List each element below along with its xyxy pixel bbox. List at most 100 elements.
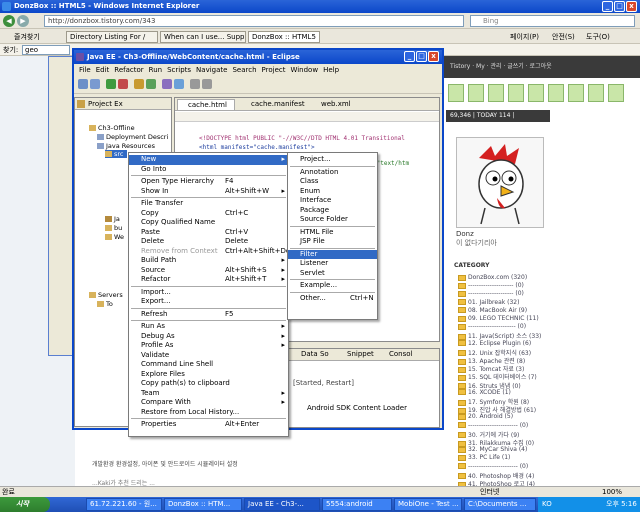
- debug-icon[interactable]: [118, 79, 128, 89]
- tree-item-to[interactable]: To: [97, 300, 113, 308]
- menu-item-validate[interactable]: Validate: [129, 351, 288, 361]
- editor-tab-web-xml[interactable]: web.xml: [311, 99, 367, 110]
- tab-data-source[interactable]: Data So: [291, 349, 329, 360]
- category-item[interactable]: 08. MacBook Air (9): [458, 307, 527, 314]
- tree-item-src[interactable]: src: [105, 150, 127, 158]
- menu-item-project[interactable]: Project...: [288, 155, 377, 165]
- blog-topbar[interactable]: Tistory · My · 관리 · 글쓰기 · 로그아웃: [440, 56, 640, 78]
- menu-project[interactable]: Project: [262, 66, 286, 74]
- zoom-level[interactable]: 100%: [602, 487, 622, 497]
- search-icon[interactable]: [146, 79, 156, 89]
- tree-item-deployment[interactable]: Deployment Descri: [97, 133, 168, 141]
- eclipse-maximize-button[interactable]: □: [416, 51, 427, 62]
- category-item[interactable]: ----------------------- (0): [458, 463, 528, 470]
- save-icon[interactable]: [90, 79, 100, 89]
- menu-item-enum[interactable]: Enum: [288, 187, 377, 197]
- menu-search[interactable]: Search: [232, 66, 256, 74]
- menu-item-package[interactable]: Package: [288, 206, 377, 216]
- category-item[interactable]: 01. Jailbreak (32): [458, 299, 519, 306]
- editor-tab-cache-manifest[interactable]: cache.manifest: [241, 99, 311, 110]
- category-item[interactable]: ----------------------- (0): [458, 422, 528, 429]
- category-item[interactable]: --------------------- (0): [458, 290, 524, 297]
- menu-item-debug-as[interactable]: Debug As ▸: [129, 332, 288, 342]
- menu-run[interactable]: Run: [149, 66, 162, 74]
- menu-item-filter[interactable]: Filter: [288, 249, 377, 259]
- nav-forward-icon[interactable]: [202, 79, 212, 89]
- menu-item-source-folder[interactable]: Source Folder: [288, 215, 377, 225]
- menu-item-restore-from-local-history[interactable]: Restore from Local History...: [129, 408, 288, 418]
- category-item[interactable]: 09. LEGO TECHNIC (11): [458, 315, 539, 322]
- menu-item-copy-qualified-name[interactable]: Copy Qualified Name: [129, 218, 288, 228]
- menu-item-annotation[interactable]: Annotation: [288, 168, 377, 178]
- menu-item-run-as[interactable]: Run As ▸: [129, 322, 288, 332]
- find-input[interactable]: geo: [22, 45, 70, 55]
- safety-menu[interactable]: 안전(S): [552, 32, 575, 42]
- menu-item-command-line-shell[interactable]: Command Line Shell: [129, 360, 288, 370]
- close-button[interactable]: x: [626, 1, 637, 12]
- menu-file[interactable]: File: [79, 66, 91, 74]
- tree-item-servers[interactable]: Servers: [89, 291, 123, 299]
- search-input[interactable]: Bing: [470, 15, 635, 27]
- menu-item-show-in[interactable]: Show In Alt+Shift+W ▸: [129, 187, 288, 197]
- task-item[interactable]: 5554:android: [322, 498, 392, 511]
- favorites-label[interactable]: 즐겨찾기: [14, 32, 40, 42]
- menu-item-open-type-hierarchy[interactable]: Open Type Hierarchy F4: [129, 177, 288, 187]
- tab-snippets[interactable]: Snippet: [337, 349, 374, 360]
- menu-item-paste[interactable]: Paste Ctrl+V: [129, 228, 288, 238]
- menu-item-remove-from-context[interactable]: Remove from Context Ctrl+Alt+Shift+Down: [129, 247, 300, 257]
- category-item[interactable]: 12. Eclipse Plugin (6): [458, 340, 531, 347]
- menu-item-jsp-file[interactable]: JSP File: [288, 237, 377, 247]
- menu-item-listener[interactable]: Listener: [288, 259, 377, 269]
- project-explorer-title[interactable]: Project Ex: [88, 100, 123, 108]
- address-input[interactable]: http://donzbox.tistory.com/343: [44, 15, 464, 27]
- open-type-icon[interactable]: [134, 79, 144, 89]
- nav-back-icon[interactable]: [190, 79, 200, 89]
- menu-item-copy-path-s-to-clipboard[interactable]: Copy path(s) to clipboard: [129, 379, 288, 389]
- tab-console[interactable]: Consol: [379, 349, 412, 360]
- tools-menu[interactable]: 도구(O): [586, 32, 610, 42]
- menu-item-properties[interactable]: Properties Alt+Enter: [129, 420, 288, 430]
- run-icon[interactable]: [106, 79, 116, 89]
- category-item[interactable]: 33. PC Life (1): [458, 454, 510, 461]
- tree-item-project[interactable]: Ch3-Offline: [89, 124, 135, 132]
- tree-item-we[interactable]: We: [105, 233, 124, 241]
- category-item[interactable]: 16. XCODE (1): [458, 389, 511, 396]
- category-item[interactable]: ---------------------- (0): [458, 323, 526, 330]
- menu-item-example[interactable]: Example...: [288, 281, 377, 291]
- task-item[interactable]: 61.72.221.60 - 원...: [86, 498, 162, 511]
- menu-item-interface[interactable]: Interface: [288, 196, 377, 206]
- menu-edit[interactable]: Edit: [96, 66, 110, 74]
- menu-item-go-into[interactable]: Go Into: [129, 165, 288, 175]
- menu-item-compare-with[interactable]: Compare With ▸: [129, 398, 288, 408]
- category-item[interactable]: DonzBox.com (320): [458, 274, 527, 281]
- minimize-button[interactable]: _: [602, 1, 613, 12]
- start-button[interactable]: 시작: [0, 497, 50, 512]
- tab-donzbox[interactable]: DonzBox :: HTML5: [248, 31, 320, 43]
- menu-item-profile-as[interactable]: Profile As ▸: [129, 341, 288, 351]
- menu-item-build-path[interactable]: Build Path ▸: [129, 256, 288, 266]
- menu-scripts[interactable]: Scripts: [167, 66, 191, 74]
- menu-item-servlet[interactable]: Servlet: [288, 269, 377, 279]
- page-menu[interactable]: 페이지(P): [510, 32, 539, 42]
- html-icon[interactable]: [174, 79, 184, 89]
- eclipse-close-button[interactable]: x: [428, 51, 439, 62]
- new-icon[interactable]: [78, 79, 88, 89]
- menu-window[interactable]: Window: [290, 66, 318, 74]
- menu-item-refactor[interactable]: Refactor Alt+Shift+T ▸: [129, 275, 288, 285]
- profile-name[interactable]: Donz: [456, 230, 474, 238]
- menu-item-class[interactable]: Class: [288, 177, 377, 187]
- task-item[interactable]: MobiOne - Test ...: [394, 498, 462, 511]
- menu-item-refresh[interactable]: Refresh F5: [129, 310, 288, 320]
- task-item[interactable]: C:\Documents ...: [464, 498, 536, 511]
- tab-directory-listing[interactable]: Directory Listing For /: [66, 31, 158, 43]
- input-language[interactable]: KO: [542, 500, 552, 508]
- tree-item-java-resources[interactable]: Java Resources: [97, 142, 155, 150]
- category-item[interactable]: 20. Android (5): [458, 413, 513, 420]
- eclipse-minimize-button[interactable]: _: [404, 51, 415, 62]
- server-icon[interactable]: [162, 79, 172, 89]
- menu-item-team[interactable]: Team ▸: [129, 389, 288, 399]
- maximize-button[interactable]: □: [614, 1, 625, 12]
- menu-item-source[interactable]: Source Alt+Shift+S ▸: [129, 266, 288, 276]
- menu-item-export[interactable]: Export...: [129, 297, 288, 307]
- menu-item-html-file[interactable]: HTML File: [288, 228, 377, 238]
